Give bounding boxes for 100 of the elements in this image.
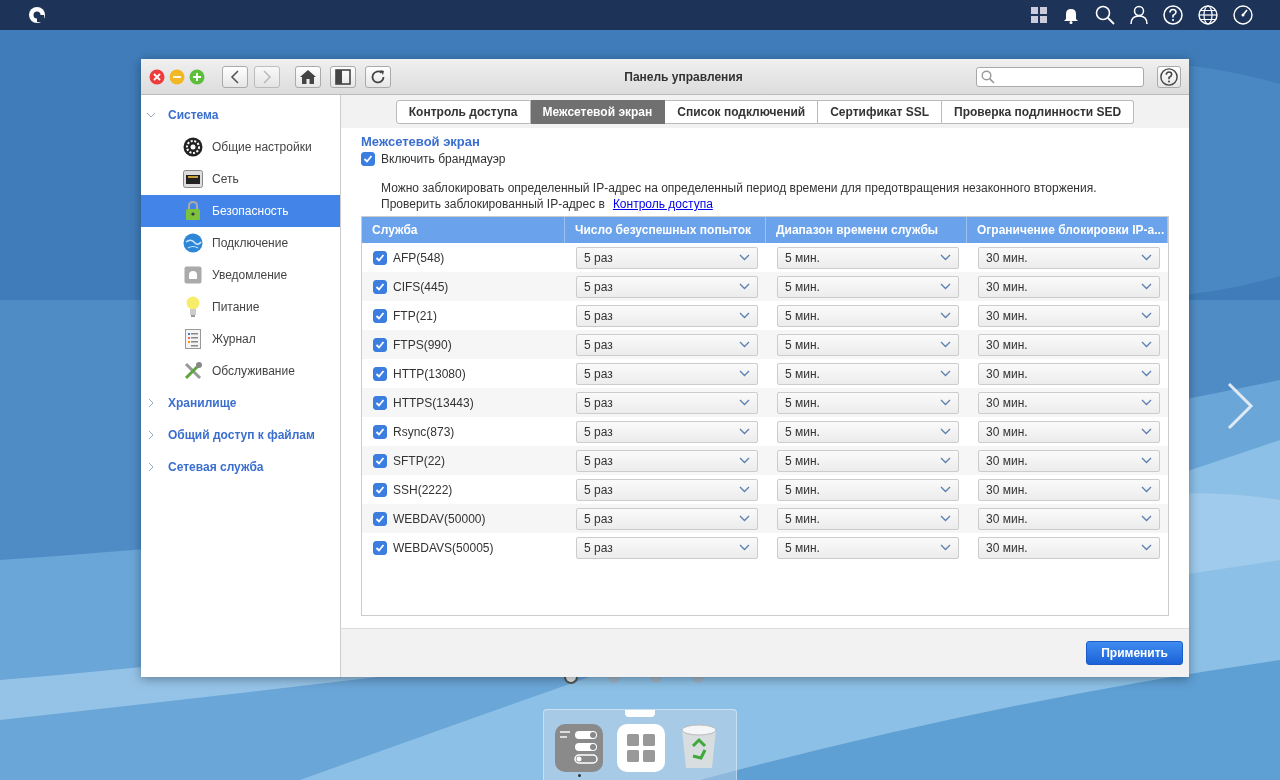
checkbox[interactable] <box>373 511 387 526</box>
dropdown[interactable]: 30 мин. <box>978 478 1160 501</box>
dropdown[interactable]: 5 раз <box>576 333 758 356</box>
caret-icon[interactable] <box>146 398 156 408</box>
checkbox[interactable] <box>373 279 387 294</box>
tab[interactable]: Межсетевой экран <box>530 100 666 124</box>
maximize-icon[interactable] <box>189 68 205 85</box>
dropdown[interactable]: 5 раз <box>576 420 758 443</box>
dropdown[interactable]: 5 мин. <box>777 362 959 385</box>
recycle-bin-icon[interactable] <box>679 724 719 770</box>
tab[interactable]: Проверка подлинности SED <box>942 100 1135 124</box>
back-button[interactable] <box>222 65 248 88</box>
tab[interactable]: Список подключений <box>665 100 819 124</box>
dropdown[interactable]: 30 мин. <box>978 449 1160 472</box>
globe-icon[interactable] <box>1198 5 1218 25</box>
dropdown[interactable]: 5 мин. <box>777 449 959 472</box>
dropdown[interactable]: 30 мин. <box>978 304 1160 327</box>
checkbox[interactable] <box>373 366 387 381</box>
sidebar-item[interactable]: Безопасность <box>141 195 340 227</box>
dropdown[interactable]: 30 мин. <box>978 420 1160 443</box>
dropdown[interactable]: 5 мин. <box>777 333 959 356</box>
dropdown[interactable]: 5 мин. <box>777 478 959 501</box>
caret-icon[interactable] <box>146 430 156 440</box>
dock-handle[interactable] <box>625 710 655 717</box>
firewall-checkbox[interactable]: Включить брандмауэр <box>361 152 1169 166</box>
dropdown[interactable]: 5 раз <box>576 507 758 530</box>
dropdown[interactable]: 30 мин. <box>978 362 1160 385</box>
column-header: Ограничение блокировки IP-а... <box>967 217 1168 243</box>
dropdown[interactable]: 5 мин. <box>777 420 959 443</box>
access-control-link[interactable]: Контроль доступа <box>612 196 713 212</box>
home-button[interactable] <box>295 65 321 88</box>
user-icon[interactable] <box>1130 5 1148 25</box>
search-icon[interactable] <box>1095 5 1115 25</box>
network-port-icon <box>183 170 203 188</box>
sidebar-item[interactable]: Обслуживание <box>141 355 340 387</box>
chevron-down-icon <box>940 254 951 261</box>
dropdown[interactable]: 30 мин. <box>978 333 1160 356</box>
column-header: Число безуспешных попыток <box>565 217 766 243</box>
sidebar-item[interactable]: Уведомление <box>141 259 340 291</box>
chevron-right-icon[interactable] <box>1226 381 1254 431</box>
sidebar-toggle-button[interactable] <box>330 65 356 88</box>
tab[interactable]: Контроль доступа <box>395 100 531 124</box>
help-button[interactable] <box>1157 65 1181 88</box>
dropdown[interactable]: 30 мин. <box>978 275 1160 298</box>
sidebar-item[interactable]: Журнал <box>141 323 340 355</box>
sidebar-item[interactable]: Питание <box>141 291 340 323</box>
dropdown[interactable]: 30 мин. <box>978 246 1160 269</box>
sidebar-item[interactable]: Подключение <box>141 227 340 259</box>
dropdown[interactable]: 5 мин. <box>777 275 959 298</box>
dropdown[interactable]: 5 раз <box>576 478 758 501</box>
dropdown[interactable]: 30 мин. <box>978 507 1160 530</box>
caret-icon[interactable] <box>146 462 156 472</box>
dropdown[interactable]: 5 раз <box>576 362 758 385</box>
search-field[interactable] <box>976 66 1144 87</box>
sidebar-group[interactable]: Сетевая служба <box>141 451 340 483</box>
dropdown[interactable]: 30 мин. <box>978 391 1160 414</box>
sidebar-group[interactable]: Хранилище <box>141 387 340 419</box>
dropdown[interactable]: 5 раз <box>576 391 758 414</box>
gauge-icon[interactable] <box>1233 5 1253 25</box>
caret-icon[interactable] <box>146 110 156 120</box>
checkbox[interactable] <box>373 540 387 555</box>
toggles-icon[interactable] <box>555 724 603 772</box>
chevron-down-icon <box>739 370 750 377</box>
checkbox[interactable] <box>373 482 387 497</box>
checkbox[interactable] <box>373 337 387 352</box>
column-header: Диапазон времени службы <box>766 217 967 243</box>
chevron-down-icon <box>739 515 750 522</box>
sidebar-group[interactable]: Общий доступ к файлам <box>141 419 340 451</box>
app-grid-icon[interactable] <box>617 724 665 772</box>
checkbox[interactable] <box>373 453 387 468</box>
service-name: Rsync(873) <box>393 424 455 439</box>
service-name: AFP(548) <box>393 250 445 265</box>
apply-button[interactable]: Применить <box>1086 641 1183 665</box>
tab[interactable]: Сертификат SSL <box>818 100 943 124</box>
sidebar-item[interactable]: Общие настройки <box>141 131 340 163</box>
dropdown[interactable]: 5 раз <box>576 275 758 298</box>
checkbox[interactable] <box>373 424 387 439</box>
dropdown[interactable]: 5 мин. <box>777 391 959 414</box>
dropdown[interactable]: 30 мин. <box>978 536 1160 559</box>
sidebar-item[interactable]: Сеть <box>141 163 340 195</box>
dropdown[interactable]: 5 мин. <box>777 507 959 530</box>
search-icon <box>981 69 995 84</box>
apps-icon[interactable] <box>1031 7 1047 23</box>
close-icon[interactable] <box>149 68 165 85</box>
logo-icon[interactable] <box>28 6 46 24</box>
checkbox[interactable] <box>373 250 387 265</box>
dropdown[interactable]: 5 раз <box>576 246 758 269</box>
help-icon[interactable] <box>1163 5 1183 25</box>
dropdown[interactable]: 5 раз <box>576 449 758 472</box>
dropdown[interactable]: 5 мин. <box>777 246 959 269</box>
service-name: WEBDAV(50000) <box>393 511 486 526</box>
dropdown[interactable]: 5 мин. <box>777 536 959 559</box>
dropdown[interactable]: 5 раз <box>576 304 758 327</box>
sidebar-group[interactable]: Система <box>141 99 340 131</box>
checkbox[interactable] <box>373 395 387 410</box>
checkbox[interactable] <box>361 152 375 166</box>
dropdown[interactable]: 5 мин. <box>777 304 959 327</box>
checkbox[interactable] <box>373 308 387 323</box>
refresh-button[interactable] <box>365 65 391 88</box>
dropdown[interactable]: 5 раз <box>576 536 758 559</box>
